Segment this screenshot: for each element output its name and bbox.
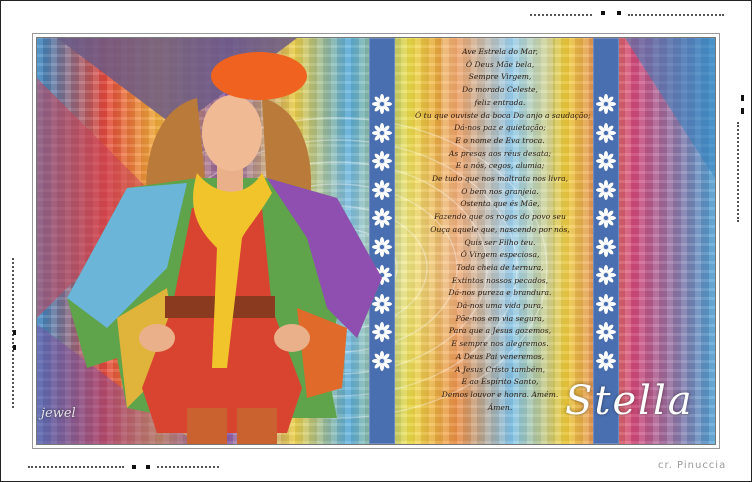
woman-figure (67, 52, 382, 444)
poem-line: Fazendo que os rogos do povo seu (434, 212, 566, 222)
poem-line: Dá-nos uma vida pura, (456, 301, 544, 311)
poem-line: Põe-nos em via segura, (455, 313, 545, 323)
credit-text: cr. Pinuccia (658, 460, 727, 471)
flower-icon (596, 236, 616, 257)
flower-icon (596, 208, 616, 228)
poem-line: E a nós, cegos, alumia; (455, 161, 545, 171)
left-square-2 (13, 345, 16, 350)
poem-line: Ouça aquele que, nascendo por nós, (430, 224, 570, 234)
top-square-2 (617, 11, 621, 15)
artwork-canvas: Ave Estrela do Mar, Ó Deus Mãe bela, Sempr… (33, 34, 719, 448)
flower-icon (596, 94, 616, 114)
poem-line: Ostenta que és Mãe, (460, 199, 540, 209)
poem-line: Demos louvor e honra. Amém. (441, 389, 559, 399)
top-right-dotted-line-2 (628, 14, 724, 16)
poem-line: Toda cheia de ternura, (456, 262, 544, 272)
poem-line: Dá-nos paz e quietação; (454, 123, 546, 133)
jewel-watermark: jewel (41, 406, 76, 421)
poem-line: Ó Deus Mãe bela, (465, 59, 535, 69)
top-square-1 (601, 11, 605, 15)
flower-icon (596, 179, 616, 200)
poem-line: Ave Estrela do Mar, (462, 47, 538, 56)
flower-icon (596, 151, 616, 171)
bottom-left-dotted-line-2 (157, 466, 219, 468)
poem-line: De tudo que nos maltrata nos livra, (431, 174, 569, 184)
poem-line: Quis ser Filho teu. (464, 237, 536, 247)
poem-line: E ao Espírito Santo, (461, 377, 539, 387)
poem-line: Do morada Celeste, (462, 85, 538, 95)
poem-line: E sempre nos alegremos. (451, 339, 549, 349)
poem-line: O bem nos granjeia. (461, 186, 539, 196)
right-square-2 (741, 108, 744, 114)
stella-signature: Stella (565, 378, 694, 424)
poem-line: E o nome de Eva troca. (455, 135, 545, 145)
left-square-1 (13, 330, 16, 335)
top-right-dotted-line (530, 14, 592, 16)
poem-line: Ó tu que ouviste da boca Do anjo a sauda… (415, 110, 591, 120)
right-dotted-line (737, 122, 739, 222)
poem-line: As presas aos réus desata; (448, 148, 552, 158)
poem-line: Para que a Jesus gozemos, (448, 326, 552, 336)
flower-icon (596, 122, 616, 143)
flower-icon (596, 265, 616, 285)
bottom-left-dotted-line (28, 466, 124, 468)
poem-line: Ó Virgem especiosa, (460, 250, 540, 260)
flower-icon (596, 293, 616, 314)
poem-line: Sempre Virgem, (468, 72, 532, 82)
bottom-square-2 (146, 465, 150, 469)
poem-line: A Jesus Cristo também, (454, 364, 546, 374)
poem-text: Ave Estrela do Mar, Ó Deus Mãe bela, Sempr… (415, 46, 591, 414)
poem-line: feliz entrada. (474, 97, 526, 107)
right-square-1 (741, 95, 744, 101)
bottom-square-1 (132, 465, 136, 469)
poem-line: A Deus Pai veneremos, (455, 351, 545, 361)
flower-icon (596, 350, 616, 371)
poem-line: Extintos nossos pecados, (451, 275, 549, 285)
poem-line: Ámen. (487, 402, 513, 412)
flower-icon (596, 322, 616, 342)
poem-line: Dá-nos pureza e brandura. (448, 288, 552, 298)
